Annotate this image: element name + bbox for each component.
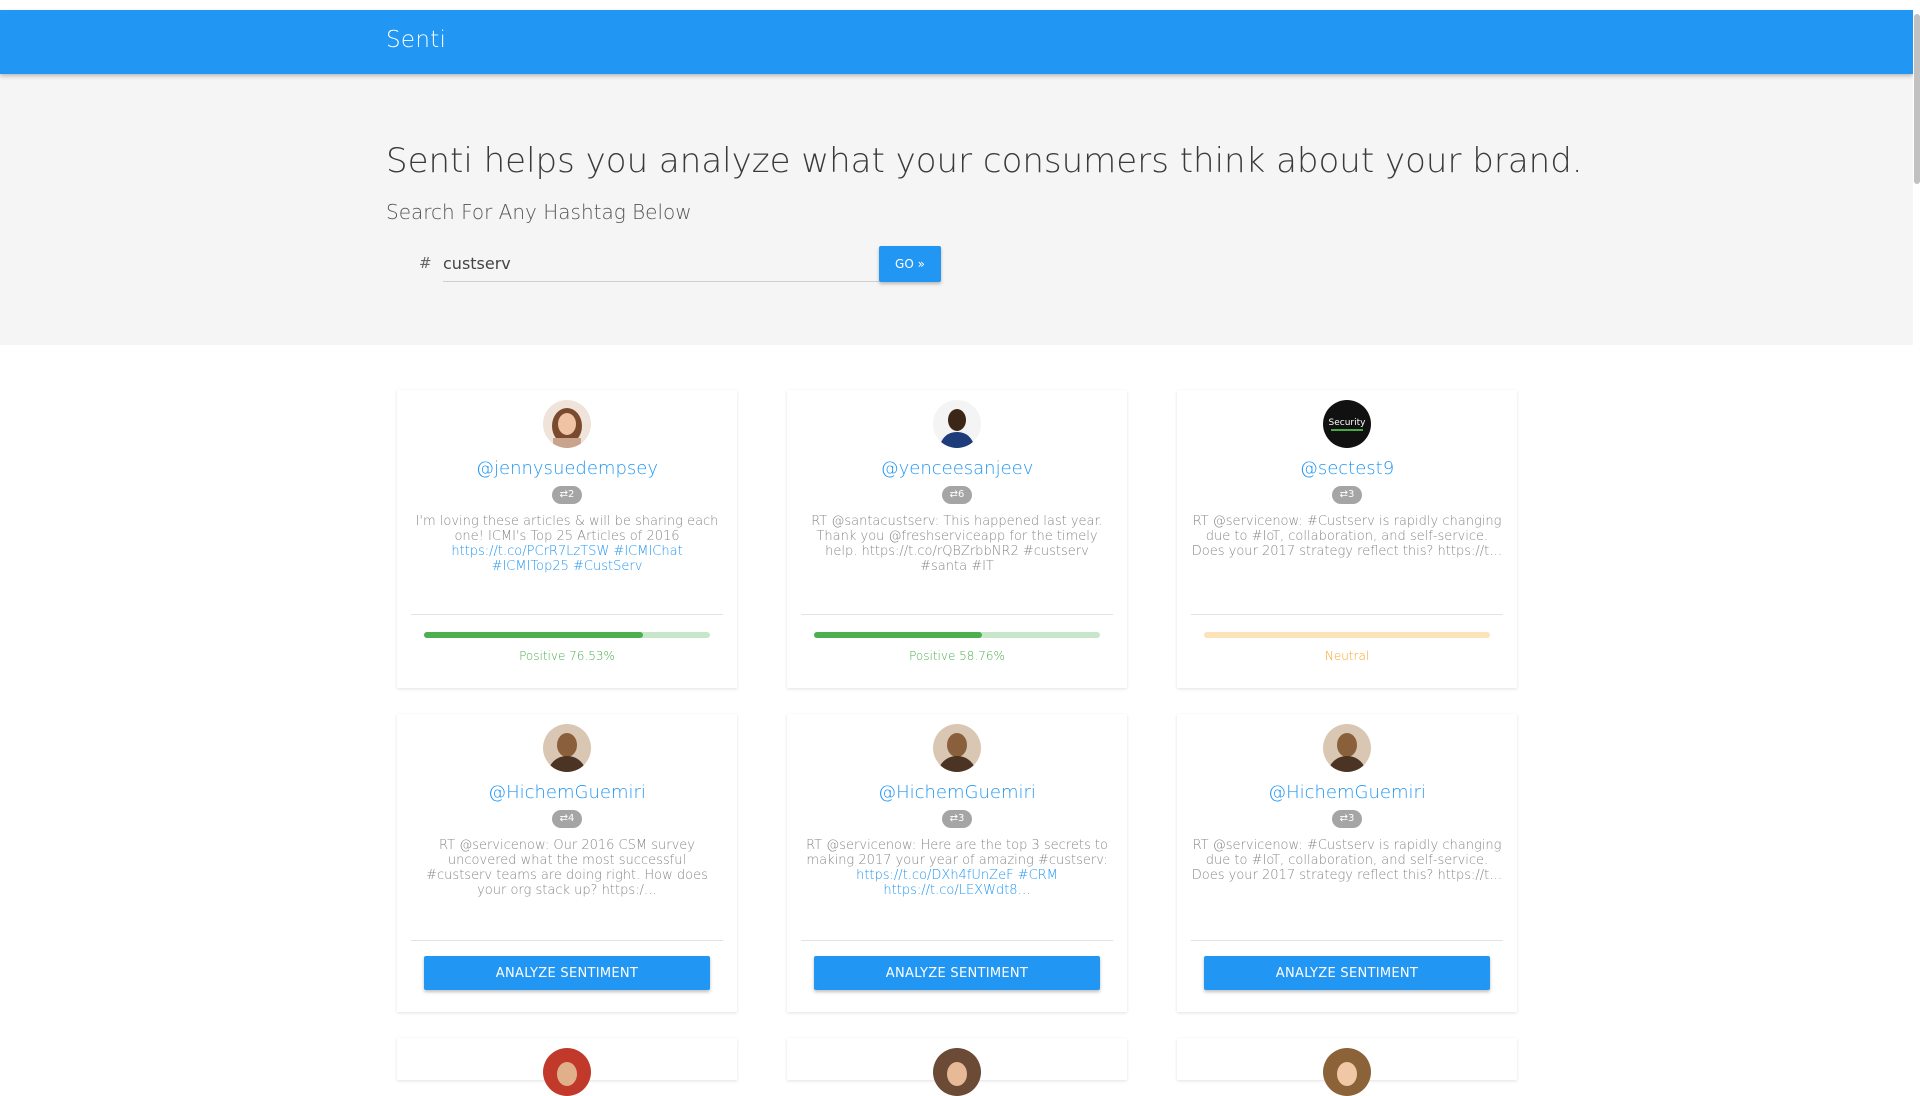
hero-section: Senti helps you analyze what your consum… — [0, 74, 1913, 345]
tweet-text: RT @servicenow: #Custserv is rapidly cha… — [1191, 838, 1503, 883]
retweet-icon: ⇄ — [1339, 489, 1348, 500]
tweet-card: @jennysuedempsey ⇄2 I'm loving these art… — [397, 390, 737, 688]
avatar[interactable] — [1323, 1048, 1371, 1096]
retweet-count-badge: ⇄3 — [942, 810, 972, 828]
retweet-icon: ⇄ — [1339, 813, 1348, 824]
hashtag-search-input[interactable] — [443, 246, 879, 282]
sentiment-bar-fill — [424, 632, 643, 638]
page-subtitle: Search For Any Hashtag Below — [386, 200, 692, 224]
tweet-text: I'm loving these articles & will be shar… — [415, 514, 719, 574]
tweet-text: RT @servicenow: #Custserv is rapidly cha… — [1191, 514, 1503, 559]
tweet-handle[interactable]: @jennysuedempsey — [397, 458, 737, 479]
page-title: Senti helps you analyze what your consum… — [386, 141, 1583, 181]
retweet-count-badge: ⇄4 — [552, 810, 582, 828]
retweet-count-badge: ⇄6 — [942, 486, 972, 504]
sentiment-bar-fill — [1204, 632, 1490, 638]
tweet-text: RT @santacustserv: This happened last ye… — [811, 514, 1103, 574]
sentiment-label: Positive 76.53% — [519, 649, 615, 663]
tweet-text: RT @servicenow: Our 2016 CSM survey unco… — [426, 838, 708, 898]
card-divider — [801, 940, 1113, 941]
retweet-icon: ⇄ — [949, 489, 958, 500]
tweet-card — [787, 1038, 1127, 1096]
analyze-sentiment-button[interactable]: ANALYZE SENTIMENT — [1204, 956, 1490, 990]
sentiment-bar — [1204, 632, 1490, 638]
tweet-handle[interactable]: @HichemGuemiri — [787, 782, 1127, 803]
card-divider — [801, 614, 1113, 615]
hash-prefix: # — [419, 254, 432, 272]
card-divider — [411, 614, 723, 615]
tweet-handle[interactable]: @HichemGuemiri — [397, 782, 737, 803]
brand-logo[interactable]: Senti — [386, 27, 446, 53]
tweet-handle[interactable]: @sectest9 — [1177, 458, 1517, 479]
tweet-handle[interactable]: @yenceesanjeev — [787, 458, 1127, 479]
avatar[interactable]: Security — [1323, 400, 1371, 448]
tweet-text: RT @servicenow: Here are the top 3 secre… — [806, 838, 1108, 898]
retweet-icon: ⇄ — [949, 813, 958, 824]
tweet-card — [397, 1038, 737, 1096]
tweet-card: @yenceesanjeev ⇄6 RT @santacustserv: Thi… — [787, 390, 1127, 688]
avatar[interactable] — [933, 1048, 981, 1096]
avatar[interactable] — [543, 400, 591, 448]
tweet-card — [1177, 1038, 1517, 1096]
tweet-card: @HichemGuemiri ⇄3 RT @servicenow: Here a… — [787, 714, 1127, 1012]
sentiment-label: Positive 58.76% — [909, 649, 1005, 663]
sentiment-bar — [424, 632, 710, 638]
retweet-count-badge: ⇄2 — [552, 486, 582, 504]
tweet-card: Security @sectest9 ⇄3 RT @servicenow: #C… — [1177, 390, 1517, 688]
avatar[interactable] — [543, 1048, 591, 1096]
retweet-count-badge: ⇄3 — [1332, 486, 1362, 504]
sentiment-bar — [814, 632, 1100, 638]
sentiment-label: Neutral — [1324, 649, 1370, 663]
avatar[interactable] — [1323, 724, 1371, 772]
card-divider — [1191, 940, 1503, 941]
card-divider — [1191, 614, 1503, 615]
card-divider — [411, 940, 723, 941]
scrollbar-thumb[interactable] — [1914, 14, 1920, 184]
analyze-sentiment-button[interactable]: ANALYZE SENTIMENT — [814, 956, 1100, 990]
tweet-handle[interactable]: @HichemGuemiri — [1177, 782, 1517, 803]
retweet-icon: ⇄ — [559, 489, 568, 500]
avatar[interactable] — [933, 400, 981, 448]
analyze-sentiment-button[interactable]: ANALYZE SENTIMENT — [424, 956, 710, 990]
sentiment-bar-fill — [814, 632, 983, 638]
avatar[interactable] — [933, 724, 981, 772]
navbar: Senti — [0, 10, 1913, 74]
retweet-icon: ⇄ — [559, 813, 568, 824]
avatar[interactable] — [543, 724, 591, 772]
top-strip — [0, 0, 1920, 10]
svg-text:Security: Security — [1329, 418, 1367, 428]
tweet-card: @HichemGuemiri ⇄3 RT @servicenow: #Custs… — [1177, 714, 1517, 1012]
go-button[interactable]: GO » — [879, 246, 941, 282]
retweet-count-badge: ⇄3 — [1332, 810, 1362, 828]
tweet-card: @HichemGuemiri ⇄4 RT @servicenow: Our 20… — [397, 714, 737, 1012]
scrollbar[interactable] — [1913, 0, 1920, 1080]
